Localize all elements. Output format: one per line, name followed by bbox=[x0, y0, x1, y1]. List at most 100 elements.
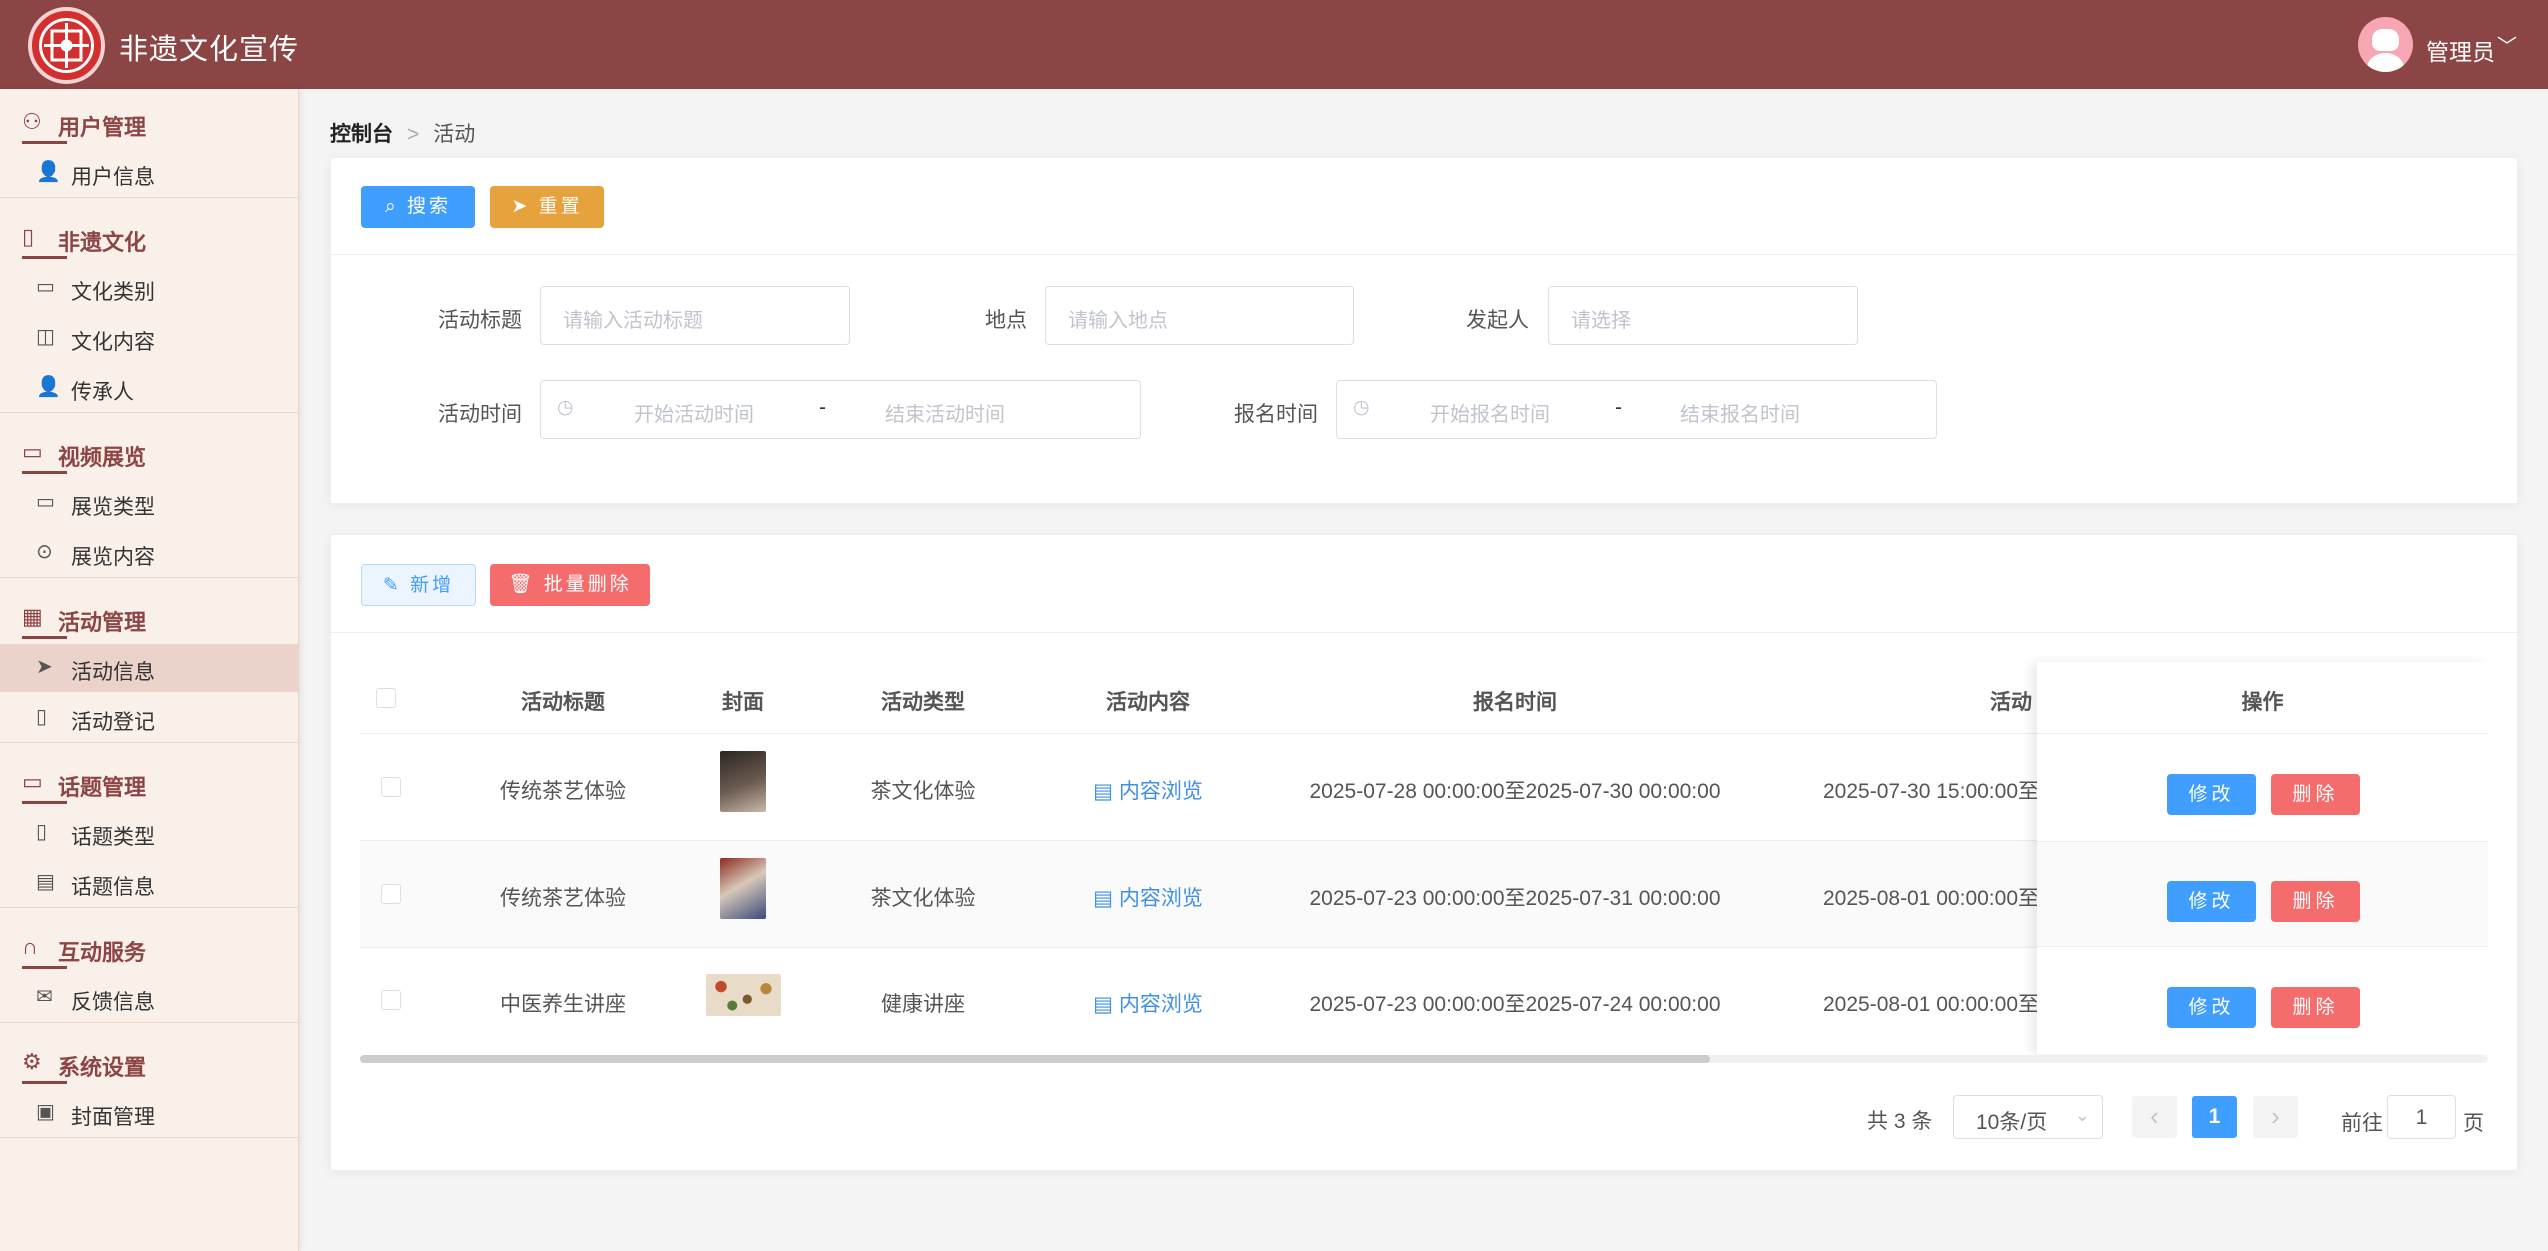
row-act-time: 2025-07-30 15:00:00至 bbox=[1823, 780, 2039, 803]
place-label: 地点 bbox=[985, 309, 1027, 332]
clock-icon: ◷ bbox=[1353, 397, 1370, 418]
sidebar-item-activity-register[interactable]: ▯ 活动登记 bbox=[0, 694, 299, 742]
sidebar-item-user-info[interactable]: 👤 用户信息 bbox=[0, 149, 299, 197]
chevron-right-icon: > bbox=[407, 123, 420, 146]
page-1-button[interactable]: 1 bbox=[2192, 1096, 2237, 1138]
logo-icon bbox=[28, 7, 105, 84]
cover-image[interactable] bbox=[706, 974, 781, 1016]
folder-open-icon: ▭ bbox=[36, 491, 55, 513]
goto-page-input[interactable]: 1 bbox=[2387, 1095, 2456, 1139]
sidebar-item-culture-category[interactable]: ▭ 文化类别 bbox=[0, 264, 299, 312]
operation-column: 操作 修改 删除 修改 删除 修改 删除 bbox=[2037, 662, 2488, 1054]
row-reg-time: 2025-07-23 00:00:00至2025-07-24 00:00:00 bbox=[1309, 993, 1721, 1016]
cover-image[interactable] bbox=[720, 751, 766, 812]
send-icon: ➤ bbox=[36, 656, 53, 678]
row-checkbox[interactable] bbox=[381, 990, 401, 1010]
sidebar-group-video[interactable]: ▭ 视频展览 bbox=[0, 431, 299, 474]
sidebar-group-interaction[interactable]: ∩ 互动服务 bbox=[0, 926, 299, 969]
col-reg-time: 报名时间 bbox=[1473, 691, 1557, 714]
message-icon: ▤ bbox=[36, 871, 55, 893]
document-icon: ▤ bbox=[1093, 887, 1119, 910]
page-unit-label: 页 bbox=[2463, 1112, 2484, 1135]
row-checkbox[interactable] bbox=[381, 884, 401, 904]
top-header: 非遗文化宣传 管理员 ﹀ bbox=[0, 0, 2548, 89]
sidebar-group-settings[interactable]: ⚙ 系统设置 bbox=[0, 1041, 299, 1084]
next-page-button[interactable]: › bbox=[2253, 1096, 2298, 1138]
content-view-link[interactable]: ▤ 内容浏览 bbox=[1048, 988, 1248, 1018]
batch-delete-button[interactable]: 🗑 批量删除 bbox=[490, 564, 650, 606]
user-outline-icon: ⚇ bbox=[22, 109, 42, 134]
row-type: 茶文化体验 bbox=[870, 887, 976, 910]
row-title: 传统茶艺体验 bbox=[500, 887, 626, 910]
sidebar-item-feedback[interactable]: ✉ 反馈信息 bbox=[0, 974, 299, 1022]
sidebar-group-activity[interactable]: ▦ 活动管理 bbox=[0, 596, 299, 639]
sidebar-group-user[interactable]: ⚇ 用户管理 bbox=[0, 101, 299, 144]
row-reg-time: 2025-07-23 00:00:00至2025-07-31 00:00:00 bbox=[1309, 887, 1721, 910]
send-icon: ➤ bbox=[511, 196, 539, 217]
sidebar-item-exhibit-content[interactable]: ⊙ 展览内容 bbox=[0, 529, 299, 577]
sidebar-group-heritage[interactable]: ▯ 非遗文化 bbox=[0, 216, 299, 259]
edit-button[interactable]: 修改 bbox=[2167, 987, 2256, 1028]
content-view-link[interactable]: ▤ 内容浏览 bbox=[1048, 882, 1248, 912]
chat-icon: ▭ bbox=[22, 769, 43, 794]
edit-button[interactable]: 修改 bbox=[2167, 774, 2256, 815]
chevron-down-icon: ⌄ bbox=[2074, 1105, 2090, 1125]
row-title: 中医养生讲座 bbox=[500, 993, 626, 1016]
col-cover: 封面 bbox=[722, 691, 764, 714]
sidebar-item-activity-info[interactable]: ➤ 活动信息 bbox=[0, 644, 299, 692]
select-all-checkbox[interactable] bbox=[376, 688, 396, 708]
bookmark-icon: ▯ bbox=[36, 821, 48, 843]
sidebar: ⚇ 用户管理 👤 用户信息 ▯ 非遗文化 ▭ 文化类别 ◫ 文化内容 👤 传承人 ▭ 视频展览… bbox=[0, 89, 299, 1251]
chevron-down-icon[interactable]: ﹀ bbox=[2497, 30, 2517, 59]
sidebar-group-topic[interactable]: ▭ 话题管理 bbox=[0, 761, 299, 804]
sidebar-item-topic-type[interactable]: ▯ 话题类型 bbox=[0, 809, 299, 857]
search-icon: ⌕ bbox=[385, 196, 407, 217]
col-type: 活动类型 bbox=[881, 691, 965, 714]
trash-icon: 🗑 bbox=[508, 574, 544, 595]
search-button[interactable]: ⌕ 搜索 bbox=[361, 186, 475, 228]
avatar[interactable] bbox=[2358, 17, 2413, 72]
row-type: 茶文化体验 bbox=[870, 780, 976, 803]
sidebar-item-inheritor[interactable]: 👤 传承人 bbox=[0, 364, 299, 412]
col-title[interactable]: 活动标题 bbox=[463, 686, 663, 716]
delete-button[interactable]: 删除 bbox=[2271, 987, 2360, 1028]
activity-title-label: 活动标题 bbox=[438, 309, 522, 332]
breadcrumb: 控制台 > 活动 bbox=[330, 118, 475, 148]
register-time-range[interactable]: ◷ 开始报名时间 - 结束报名时间 bbox=[1336, 380, 1937, 439]
row-type: 健康讲座 bbox=[881, 993, 965, 1016]
horizontal-scrollbar[interactable] bbox=[360, 1055, 2488, 1063]
scrollbar-thumb[interactable] bbox=[360, 1055, 1710, 1063]
activity-title-input[interactable]: 请输入活动标题 bbox=[540, 286, 850, 345]
edit-button[interactable]: 修改 bbox=[2167, 881, 2256, 922]
activity-time-label: 活动时间 bbox=[438, 403, 522, 426]
delete-button[interactable]: 删除 bbox=[2271, 774, 2360, 815]
row-act-time: 2025-08-01 00:00:00至 bbox=[1823, 993, 2039, 1016]
book-icon: ▯ bbox=[22, 224, 35, 249]
cover-image[interactable] bbox=[720, 858, 766, 919]
page-size-select[interactable]: 10条/页 ⌄ bbox=[1953, 1095, 2103, 1139]
user-icon: 👤 bbox=[36, 376, 61, 398]
add-button[interactable]: ✎ 新增 bbox=[361, 564, 476, 606]
sidebar-item-topic-info[interactable]: ▤ 话题信息 bbox=[0, 859, 299, 907]
sidebar-item-culture-content[interactable]: ◫ 文化内容 bbox=[0, 314, 299, 362]
content-view-link[interactable]: ▤ 内容浏览 bbox=[1048, 775, 1248, 805]
sidebar-item-exhibit-type[interactable]: ▭ 展览类型 bbox=[0, 479, 299, 527]
col-content: 活动内容 bbox=[1106, 691, 1190, 714]
breadcrumb-root[interactable]: 控制台 bbox=[330, 123, 393, 146]
image-icon: ▣ bbox=[36, 1101, 55, 1123]
mail-icon: ✉ bbox=[36, 986, 53, 1008]
delete-button[interactable]: 删除 bbox=[2271, 881, 2360, 922]
row-checkbox[interactable] bbox=[381, 777, 401, 797]
app-title: 非遗文化宣传 bbox=[119, 34, 300, 66]
breadcrumb-current: 活动 bbox=[433, 123, 476, 146]
sidebar-item-cover-manage[interactable]: ▣ 封面管理 bbox=[0, 1089, 299, 1137]
place-input[interactable]: 请输入地点 bbox=[1045, 286, 1354, 345]
user-name[interactable]: 管理员 bbox=[2426, 33, 2495, 67]
document-icon: ▤ bbox=[1093, 780, 1119, 803]
goto-label: 前往 bbox=[2341, 1112, 2383, 1135]
initiator-select[interactable]: 请选择 bbox=[1548, 286, 1858, 345]
reset-button[interactable]: ➤ 重置 bbox=[490, 186, 604, 228]
register-time-label: 报名时间 bbox=[1234, 403, 1318, 426]
prev-page-button[interactable]: ‹ bbox=[2132, 1096, 2177, 1138]
activity-time-range[interactable]: ◷ 开始活动时间 - 结束活动时间 bbox=[540, 380, 1141, 439]
